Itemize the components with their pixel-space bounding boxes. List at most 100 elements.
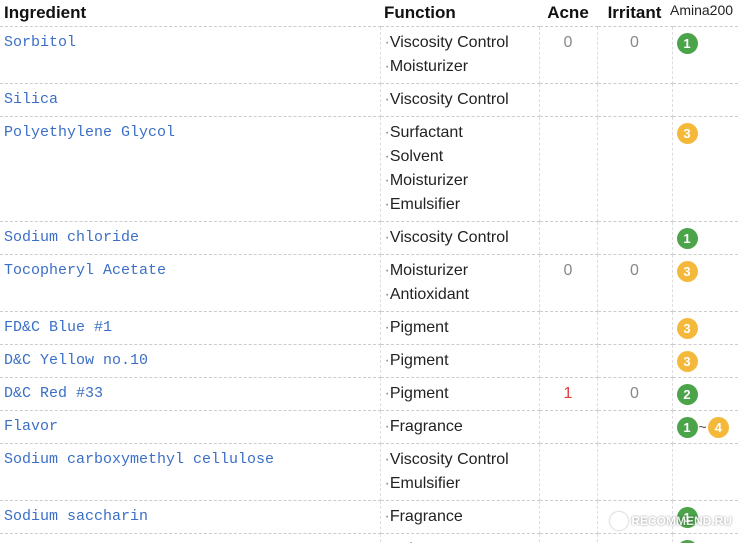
cell-function: ·Solvent [380, 533, 540, 543]
safety-rating: 1 [673, 227, 738, 249]
acne-value [540, 226, 597, 250]
acne-value: 0 [563, 34, 573, 51]
ingredient-link[interactable]: Sodium saccharin [0, 501, 380, 527]
acne-value [540, 121, 597, 145]
cell-function: ·Pigment [380, 311, 540, 345]
cell-acne [539, 83, 598, 117]
function-item: ·Emulsifier [381, 193, 539, 217]
function-item: ·Viscosity Control [381, 88, 539, 112]
ingredient-link[interactable]: Water [0, 534, 380, 543]
cell-safety: 2 [672, 377, 738, 411]
cell-function: ·Fragrance [380, 500, 540, 534]
irritant-value [598, 415, 672, 439]
ingredient-link[interactable]: Sodium chloride [0, 222, 380, 248]
cell-acne [539, 500, 598, 534]
cell-irritant: 0 [597, 26, 673, 84]
cell-irritant [597, 83, 673, 117]
function-label: Pigment [389, 352, 449, 369]
cell-irritant [597, 311, 673, 345]
cell-acne [539, 311, 598, 345]
function-item: ·Viscosity Control [381, 448, 539, 472]
safety-badge: 1 [676, 539, 698, 543]
cell-function: ·Moisturizer ·Antioxidant [380, 254, 540, 312]
ingredient-link[interactable]: Sodium carboxymethyl cellulose [0, 444, 380, 470]
cell-ingredient: FD&C Blue #1 [0, 311, 381, 345]
irritant-value: 0 [630, 262, 639, 279]
safety-rating: 1 [673, 539, 738, 543]
function-label: Emulsifier [389, 475, 461, 492]
table-row: Sodium chloride ·Viscosity Control 1 [0, 221, 738, 255]
function-label: Moisturizer [389, 172, 469, 189]
table-header-row: Ingredient Function Acne Irritant [0, 0, 738, 27]
acne-value [540, 88, 597, 112]
cell-safety: 3 [672, 254, 738, 312]
ingredient-link[interactable]: Silica [0, 84, 380, 110]
ingredient-link[interactable]: D&C Yellow no.10 [0, 345, 380, 371]
ingredient-link[interactable]: Polyethylene Glycol [0, 117, 380, 143]
cell-safety: 1 [672, 221, 738, 255]
function-label: Moisturizer [389, 262, 469, 279]
safety-rating: 3 [673, 122, 738, 144]
irritant-value [598, 448, 672, 472]
cell-ingredient: Sodium carboxymethyl cellulose [0, 443, 381, 501]
table-row: D&C Red #33 ·Pigment 1 0 2 [0, 377, 738, 411]
ingredient-link[interactable]: Sorbitol [0, 27, 380, 53]
irritant-value [598, 88, 672, 112]
cell-irritant [597, 443, 673, 501]
cell-safety: 1 [672, 26, 738, 84]
function-item: ·Solvent [381, 145, 539, 169]
site-watermark: RECOMMEND.RU [610, 512, 732, 530]
cell-safety: 1 [672, 533, 738, 543]
function-label: Fragrance [389, 418, 463, 435]
cell-acne [539, 221, 598, 255]
ingredient-link[interactable]: FD&C Blue #1 [0, 312, 380, 338]
function-label: Pigment [389, 319, 449, 336]
table-row: FD&C Blue #1 ·Pigment 3 [0, 311, 738, 345]
function-item: ·Antioxidant [381, 283, 539, 307]
cell-acne [539, 410, 598, 444]
cell-safety [672, 83, 738, 117]
ingredient-link[interactable]: Tocopheryl Acetate [0, 255, 380, 281]
cell-irritant [597, 344, 673, 378]
function-label: Antioxidant [389, 286, 469, 303]
function-item: ·Fragrance [381, 505, 539, 529]
cell-function: ·Fragrance [380, 410, 540, 444]
watermark-site-text: RECOMMEND.RU [631, 514, 732, 528]
ingredients-table: Ingredient Function Acne Irritant Sorbit… [0, 0, 738, 543]
irritant-value [598, 226, 672, 250]
cell-irritant: 0 [597, 377, 673, 411]
cell-acne [539, 443, 598, 501]
safety-badge: 3 [676, 317, 698, 339]
function-item: ·Solvent [381, 538, 539, 543]
irritant-value [598, 349, 672, 373]
ingredient-link[interactable]: D&C Red #33 [0, 378, 380, 404]
function-label: Viscosity Control [389, 91, 509, 108]
function-label: Surfactant [389, 124, 463, 141]
cell-safety: 3 [672, 116, 738, 222]
cell-safety: 3 [672, 311, 738, 345]
header-acne: Acne [539, 0, 597, 27]
cell-ingredient: Water [0, 533, 381, 543]
safety-rating: 3 [673, 317, 738, 339]
ingredient-link[interactable]: Flavor [0, 411, 380, 437]
acne-value [540, 415, 597, 439]
safety-badge-max: 4 [707, 416, 729, 438]
cell-function: ·Pigment [380, 344, 540, 378]
header-function: Function [380, 0, 539, 27]
cell-irritant [597, 410, 673, 444]
function-item: ·Surfactant [381, 121, 539, 145]
cell-ingredient: Tocopheryl Acetate [0, 254, 381, 312]
safety-badge: 1 [676, 227, 698, 249]
safety-badge: 3 [676, 122, 698, 144]
function-label: Viscosity Control [389, 229, 509, 246]
table-row: Sodium carboxymethyl cellulose ·Viscosity… [0, 443, 738, 501]
cell-safety [672, 443, 738, 501]
safety-rating: 1 [673, 32, 738, 54]
cell-acne: 0 [539, 26, 598, 84]
acne-value [540, 538, 597, 543]
table-row: Tocopheryl Acetate ·Moisturizer ·Antioxida… [0, 254, 738, 312]
safety-badge: 3 [676, 350, 698, 372]
range-separator: ~ [698, 419, 707, 435]
cell-ingredient: Sodium chloride [0, 221, 381, 255]
cell-ingredient: Sodium saccharin [0, 500, 381, 534]
